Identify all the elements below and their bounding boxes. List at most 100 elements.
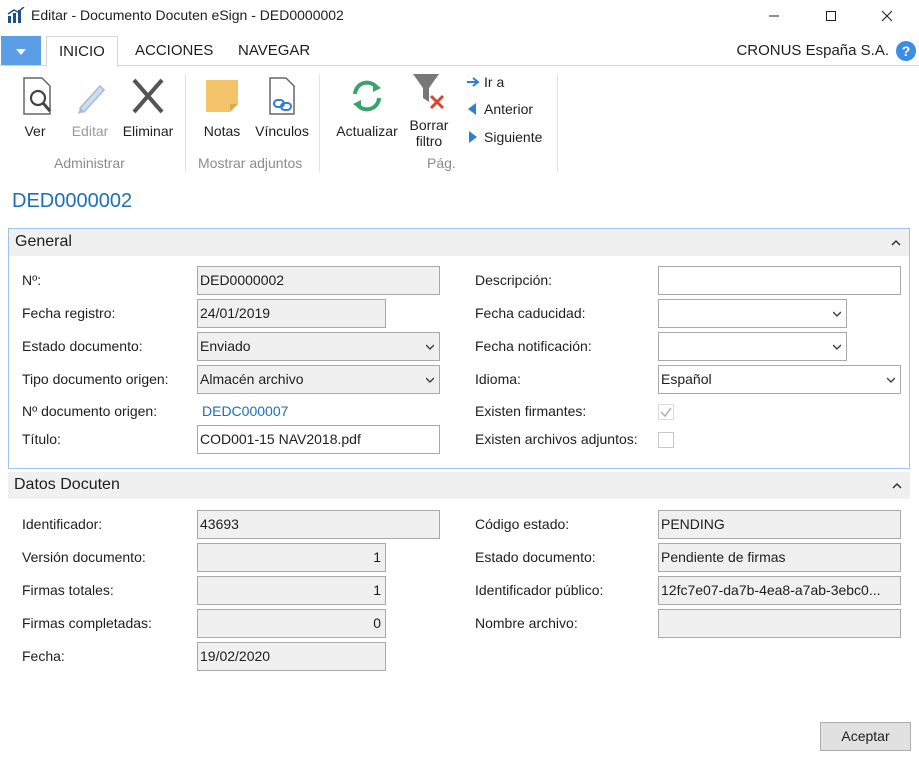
- collapse-icon: [892, 482, 902, 489]
- actualizar-button[interactable]: Actualizar: [333, 76, 401, 139]
- ribbon-separator: [319, 74, 320, 172]
- version-field: 1: [197, 543, 386, 572]
- minimize-button[interactable]: [751, 0, 797, 32]
- tab-acciones[interactable]: ACCIONES: [123, 36, 225, 66]
- firmantes-checkbox[interactable]: [658, 404, 674, 420]
- firmas-completadas-field: 0: [197, 609, 386, 638]
- adjuntos-label: Existen archivos adjuntos:: [475, 431, 638, 447]
- chevron-down-icon: [833, 344, 841, 350]
- tipo-origen-select[interactable]: Almacén archivo: [197, 365, 440, 394]
- actualizar-label: Actualizar: [336, 123, 398, 139]
- aceptar-button[interactable]: Aceptar: [820, 722, 911, 751]
- vinculos-button[interactable]: Vínculos: [252, 76, 312, 139]
- version-label: Versión documento:: [22, 549, 146, 565]
- borrar-filtro-label-1: Borrar: [409, 117, 449, 133]
- id-publico-label: Identificador público:: [475, 582, 604, 598]
- id-publico-field: 12fc7e07-da7b-4ea8-a7ab-3ebc0...: [658, 576, 901, 605]
- estado-documento-select[interactable]: Enviado: [197, 332, 440, 361]
- fecha-notificacion-select[interactable]: [658, 332, 847, 361]
- chevron-down-icon: [833, 311, 841, 317]
- refresh-icon: [353, 80, 381, 112]
- chevron-down-icon: [426, 377, 434, 383]
- note-icon: [206, 80, 238, 112]
- pencil-icon: [78, 84, 106, 114]
- eliminar-button[interactable]: Eliminar: [118, 76, 178, 139]
- descripcion-input[interactable]: [658, 266, 901, 295]
- triangle-left-icon: [468, 103, 476, 115]
- ribbon-separator: [185, 74, 186, 172]
- titulo-input[interactable]: COD001-15 NAV2018.pdf: [197, 425, 440, 454]
- fecha-caducidad-label: Fecha caducidad:: [475, 305, 586, 321]
- vinculos-label: Vínculos: [255, 123, 309, 139]
- general-section-header[interactable]: General: [9, 229, 909, 256]
- no-origen-label: Nº documento origen:: [22, 403, 158, 419]
- page-title: DED0000002: [12, 190, 133, 212]
- group-mostrar-adjuntos: Mostrar adjuntos: [198, 155, 303, 171]
- ver-button[interactable]: Ver: [18, 76, 52, 139]
- codigo-estado-field: PENDING: [658, 510, 901, 539]
- editar-button[interactable]: Editar: [68, 76, 112, 139]
- fecha-notificacion-label: Fecha notificación:: [475, 338, 592, 354]
- ribbon-separator: [557, 74, 558, 172]
- tab-inicio[interactable]: INICIO: [46, 36, 118, 67]
- idioma-label: Idioma:: [475, 371, 521, 387]
- firmantes-label: Existen firmantes:: [475, 403, 587, 419]
- fecha-registro-field: 24/01/2019: [197, 299, 386, 328]
- maximize-button[interactable]: [808, 0, 854, 32]
- identificador-field: 43693: [197, 510, 440, 539]
- estado-documento-docuten-field: Pendiente de firmas: [658, 543, 901, 572]
- tipo-origen-label: Tipo documento origen:: [22, 371, 169, 387]
- codigo-estado-label: Código estado:: [475, 516, 570, 532]
- borrar-filtro-button[interactable]: Borrar filtro: [405, 70, 453, 149]
- fecha-registro-label: Fecha registro:: [22, 305, 116, 321]
- eliminar-label: Eliminar: [122, 123, 174, 139]
- delete-icon: [132, 78, 164, 114]
- help-icon[interactable]: ?: [896, 41, 916, 61]
- checkmark-icon: [660, 407, 672, 418]
- anterior-button[interactable]: Anterior: [466, 101, 533, 117]
- group-administrar: Administrar: [54, 155, 125, 171]
- maximize-icon: [826, 11, 836, 21]
- firmas-totales-label: Firmas totales:: [22, 582, 114, 598]
- datos-section: Datos Docuten: [8, 472, 910, 499]
- ver-label: Ver: [24, 123, 46, 139]
- window-title: Editar - Documento Docuten eSign - DED00…: [31, 7, 344, 23]
- view-icon: [23, 77, 52, 115]
- collapse-icon: [891, 239, 901, 246]
- idioma-value: Español: [661, 371, 712, 387]
- editar-label: Editar: [71, 123, 109, 139]
- datos-section-header[interactable]: Datos Docuten: [8, 472, 910, 499]
- chevron-down-icon: [426, 344, 434, 350]
- minimize-icon: [769, 15, 779, 17]
- idioma-select[interactable]: Español: [658, 365, 901, 394]
- clear-filter-icon: [413, 74, 445, 110]
- siguiente-label: Siguiente: [484, 129, 543, 145]
- app-icon: [7, 7, 25, 23]
- fecha-field: 19/02/2020: [197, 642, 386, 671]
- estado-documento-label: Estado documento:: [22, 338, 143, 354]
- ir-a-button[interactable]: Ir a: [466, 74, 504, 90]
- chevron-down-icon: [887, 377, 895, 383]
- close-icon: [881, 10, 893, 22]
- fecha-caducidad-select[interactable]: [658, 299, 847, 328]
- general-section-title: General: [15, 233, 72, 250]
- company-name: CRONUS España S.A.: [736, 42, 889, 59]
- app-menu-button[interactable]: [1, 36, 41, 65]
- close-button[interactable]: [864, 0, 910, 32]
- no-label: Nº:: [22, 272, 42, 288]
- notas-label: Notas: [203, 123, 241, 139]
- group-pag: Pág.: [427, 155, 456, 171]
- siguiente-button[interactable]: Siguiente: [466, 129, 542, 145]
- firmas-totales-field: 1: [197, 576, 386, 605]
- adjuntos-checkbox[interactable]: [658, 432, 674, 448]
- anterior-label: Anterior: [484, 101, 534, 117]
- firmas-completadas-label: Firmas completadas:: [22, 615, 152, 631]
- no-field: DED0000002: [197, 266, 440, 295]
- tab-navegar[interactable]: NAVEGAR: [226, 36, 322, 66]
- titulo-label: Título:: [22, 431, 61, 447]
- no-origen-link[interactable]: DEDC000007: [202, 403, 288, 419]
- fecha-label: Fecha:: [22, 648, 65, 664]
- descripcion-label: Descripción:: [475, 272, 553, 288]
- ribbon-tab-row: INICIO ACCIONES NAVEGAR CRONUS España S.…: [0, 36, 919, 67]
- notas-button[interactable]: Notas: [200, 76, 244, 139]
